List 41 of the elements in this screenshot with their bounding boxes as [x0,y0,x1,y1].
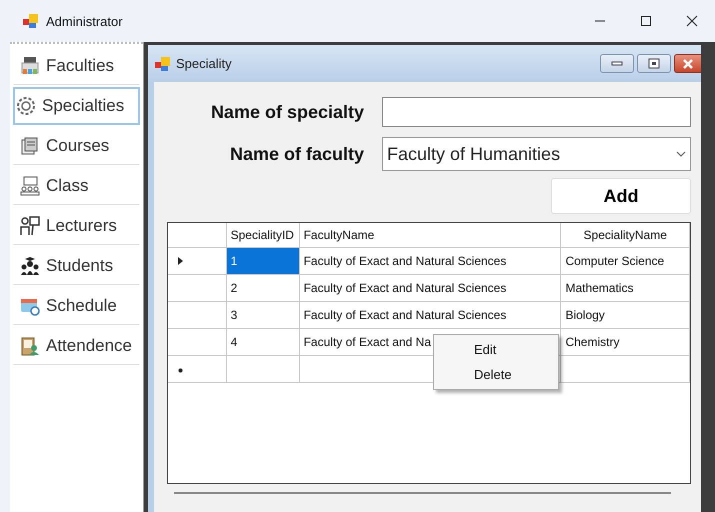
minimize-button[interactable] [600,54,634,73]
classroom-icon [20,176,40,196]
table-cell: Biology [560,301,690,328]
chevron-down-icon [676,150,686,158]
table-cell: Computer Science [560,247,690,274]
document-stack-icon [20,136,40,156]
input-field[interactable] [382,97,691,127]
table-cell: Chemistry [560,328,690,355]
clipboard-icon [20,336,40,356]
window-title: Administrator [46,14,123,28]
maximize-icon [640,15,652,27]
column-header[interactable]: FacultyName [299,223,561,247]
table-cell: Faculty of Exact and Natural Sciences [299,274,561,301]
table-cell: 1 [226,247,300,274]
column-header[interactable]: SpecialityName [560,223,690,247]
students-icon [20,256,40,276]
table-cell: Faculty of Exact and Natural Sciences [299,301,561,328]
building-icon [20,56,40,76]
close-icon [682,58,694,70]
column-header[interactable]: SpecialityID [226,223,300,247]
add-button[interactable]: Add [551,178,691,214]
close-button[interactable] [674,54,701,73]
restore-icon [648,58,660,70]
window-title: Speciality [176,56,232,71]
field-label: Name of specialty [210,102,364,122]
sidebar-item[interactable]: Specialties [13,87,140,125]
gear-icon [16,96,36,116]
faculty-dropdown[interactable]: Faculty of Humanities [382,137,691,171]
app-icon [22,13,38,29]
app-icon [154,56,170,72]
close-icon [686,15,698,27]
table-cell: Faculty of Exact and Natural Sciences [299,247,561,274]
lecturer-icon [20,216,40,236]
table-cell: Mathematics [560,274,690,301]
restore-button[interactable] [637,54,671,73]
table-cell: 2 [226,274,300,301]
table-cell: 4 [226,328,300,355]
menu-item[interactable]: Delete [434,362,558,387]
field-label: Name of faculty [228,144,364,164]
table-cell: 3 [226,301,300,328]
calendar-icon [20,296,40,316]
